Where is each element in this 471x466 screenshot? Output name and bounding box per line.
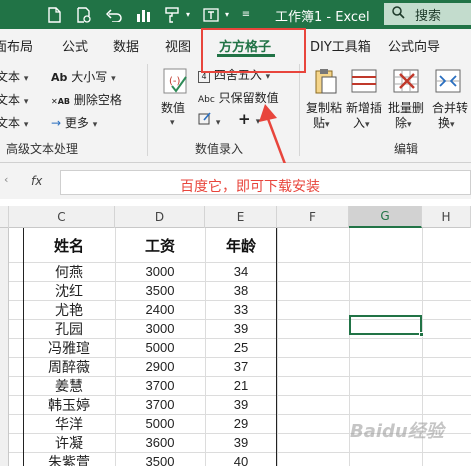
group-label-text: 高级文本处理 bbox=[6, 142, 79, 156]
tab-formulas[interactable]: 公式 bbox=[62, 36, 88, 55]
column-header-f[interactable]: F bbox=[277, 206, 349, 228]
chart-icon[interactable] bbox=[133, 5, 155, 24]
caret-down-icon[interactable]: ▾ bbox=[183, 5, 193, 24]
window-title: 工作簿1 - Excel bbox=[275, 10, 370, 25]
annotation-highlight-box bbox=[201, 28, 306, 73]
grid-column-line bbox=[277, 228, 278, 466]
group-label-edit: 编辑 bbox=[394, 142, 419, 156]
number-caret[interactable]: ▾ bbox=[170, 114, 175, 128]
merge-button-line2[interactable]: 换▾ bbox=[438, 114, 455, 131]
fill-button[interactable]: ▾ bbox=[198, 112, 220, 128]
batch-delete-icon bbox=[392, 68, 422, 96]
batch-delete-button-line2[interactable]: 除▾ bbox=[395, 114, 412, 131]
name-box-caret-icon[interactable]: ‹ bbox=[4, 173, 8, 186]
number-icon: (-) bbox=[162, 68, 192, 96]
fx-icon[interactable]: fx bbox=[31, 174, 42, 188]
tab-formula-wizard[interactable]: 公式向导 bbox=[388, 36, 440, 55]
svg-text:(-): (-) bbox=[169, 76, 181, 87]
insert-icon bbox=[350, 68, 380, 96]
ribbon-separator bbox=[299, 64, 300, 156]
new-document-icon[interactable] bbox=[44, 5, 64, 24]
customize-caret-icon[interactable]: ≡ bbox=[240, 5, 252, 24]
title-bar: ▾ ▾ ≡ 工作簿1 - Excel 搜索 bbox=[0, 0, 471, 29]
delete-space-icon: ✕AB bbox=[51, 97, 70, 106]
text-box-icon[interactable] bbox=[200, 5, 222, 24]
search-box[interactable]: 搜索 bbox=[384, 3, 471, 25]
ribbon-text-item-1[interactable]: 文本 ▾ bbox=[0, 68, 28, 85]
selected-cell[interactable] bbox=[349, 315, 422, 335]
annotation-text: 百度它，即可下载安装 bbox=[180, 179, 320, 195]
edit-icon bbox=[198, 112, 216, 128]
undo-icon[interactable] bbox=[103, 5, 125, 24]
case-button[interactable]: Ab 大小写 ▾ bbox=[51, 68, 116, 85]
more-button[interactable]: → 更多 ▾ bbox=[51, 114, 97, 131]
search-label: 搜索 bbox=[415, 8, 442, 24]
search-icon bbox=[392, 5, 405, 23]
row-header-strip bbox=[0, 228, 9, 466]
merge-icon bbox=[434, 68, 464, 96]
select-all-corner[interactable] bbox=[0, 206, 9, 228]
column-header-g[interactable]: G bbox=[349, 206, 422, 228]
caret-down-icon[interactable]: ▾ bbox=[222, 5, 232, 24]
table-border bbox=[23, 228, 277, 466]
copy-paste-icon bbox=[310, 68, 340, 96]
column-header-h[interactable]: H bbox=[422, 206, 471, 228]
group-label-number: 数值录入 bbox=[195, 142, 244, 156]
tab-view[interactable]: 视图 bbox=[165, 36, 191, 55]
ribbon-text-item-2[interactable]: 文本 ▾ bbox=[0, 91, 28, 108]
tab-data[interactable]: 数据 bbox=[113, 36, 139, 55]
copy-paste-button-line2[interactable]: 贴▾ bbox=[313, 114, 330, 131]
column-header-bar: C D E F G H bbox=[0, 206, 471, 228]
fill-handle[interactable] bbox=[419, 332, 424, 337]
ribbon-text-item-3[interactable]: 文本 ▾ bbox=[0, 114, 28, 131]
format-painter-icon[interactable] bbox=[162, 5, 182, 24]
tab-page-layout[interactable]: 面布局 bbox=[0, 36, 33, 55]
baidu-watermark: Baidu经验 bbox=[350, 421, 444, 442]
annotation-arrow bbox=[259, 104, 287, 165]
column-header-e[interactable]: E bbox=[205, 206, 277, 228]
print-preview-icon[interactable] bbox=[74, 5, 94, 24]
delete-space-button[interactable]: ✕AB 删除空格 bbox=[51, 91, 122, 108]
column-header-d[interactable]: D bbox=[115, 206, 205, 228]
ribbon-separator bbox=[147, 64, 148, 156]
case-icon: Ab bbox=[51, 71, 68, 84]
tab-diy-toolbox[interactable]: DIY工具箱 bbox=[310, 36, 371, 55]
insert-button-line2[interactable]: 入▾ bbox=[353, 114, 370, 131]
abc-icon: Abc bbox=[198, 95, 215, 105]
arrow-right-icon: → bbox=[51, 116, 62, 130]
column-header-c[interactable]: C bbox=[9, 206, 115, 228]
